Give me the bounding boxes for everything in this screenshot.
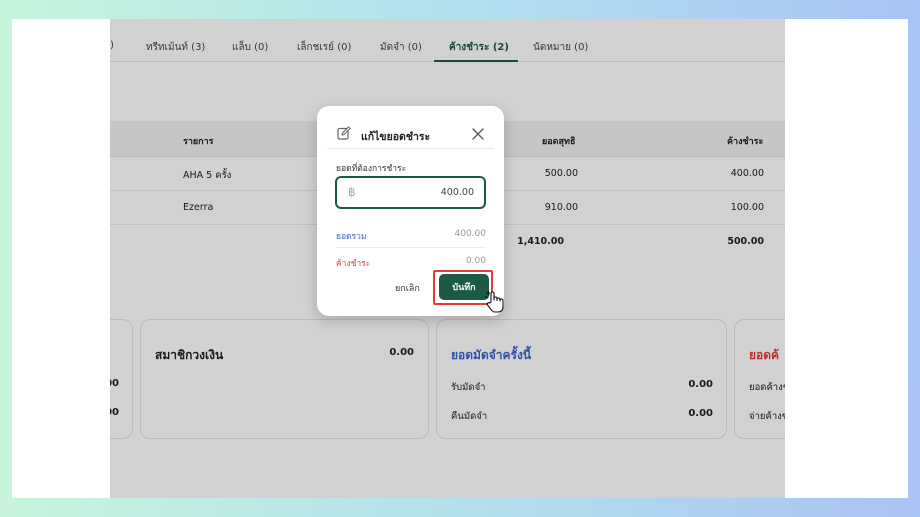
summary-divider: [336, 247, 486, 248]
save-button[interactable]: บันทึก: [439, 274, 489, 300]
close-icon[interactable]: [472, 125, 484, 140]
hand-pointer-icon: [484, 290, 506, 314]
cancel-button[interactable]: ยกเลิก: [395, 281, 420, 295]
outstanding-value: 0.00: [465, 256, 486, 266]
total-value: 400.00: [454, 229, 487, 239]
amount-field-label: ยอดที่ต้องการชำระ: [336, 164, 407, 174]
amount-value[interactable]: 400.00: [441, 187, 474, 198]
baht-icon: ฿: [348, 185, 356, 199]
modal-title: แก้ไขยอดชำระ: [361, 131, 431, 143]
total-row: ยอดรวม 400.00: [336, 229, 486, 249]
modal-header: แก้ไขยอดชำระ: [327, 106, 494, 149]
total-label: ยอดรวม: [336, 232, 367, 242]
edit-payment-modal: แก้ไขยอดชำระ ยอดที่ต้องการชำระ ฿ 400.00 …: [317, 106, 504, 316]
amount-input[interactable]: ฿ 400.00: [335, 176, 486, 209]
outstanding-label: ค้างชำระ: [336, 259, 371, 269]
edit-icon: [337, 125, 351, 140]
